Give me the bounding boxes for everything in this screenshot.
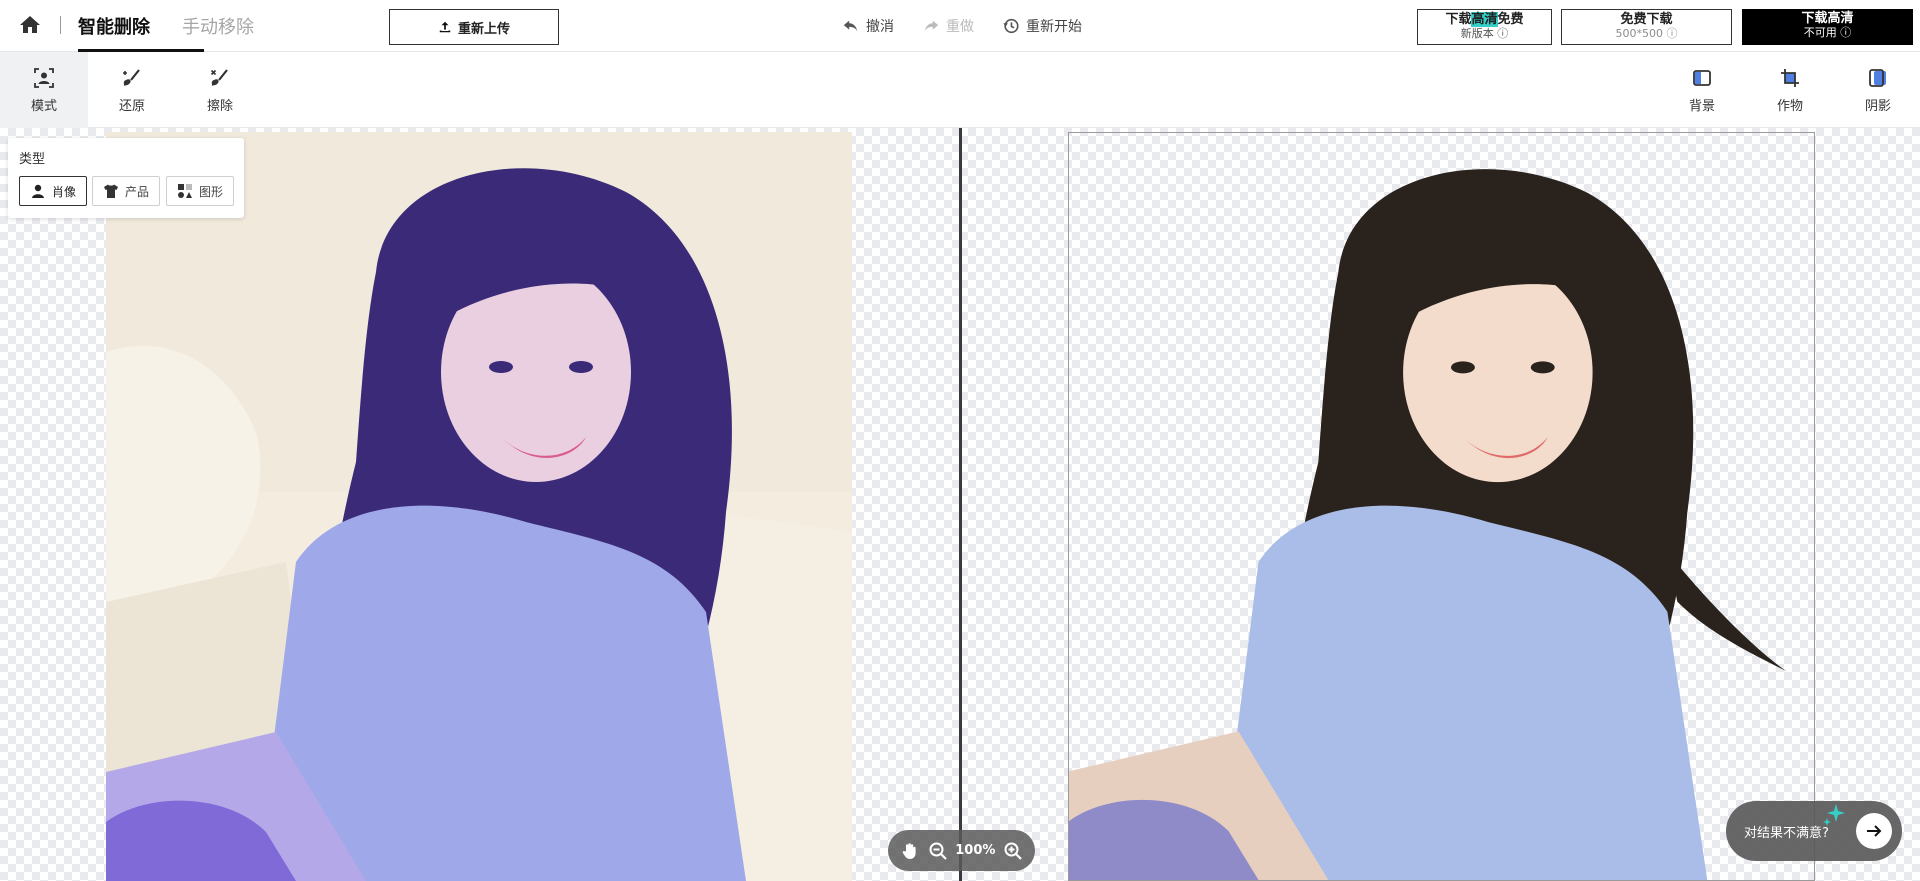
tool-crop-label: 作物 xyxy=(1776,98,1803,114)
background-icon xyxy=(1693,69,1711,86)
tool-background-label: 背景 xyxy=(1688,98,1715,114)
tool-shadow[interactable]: 阴影 xyxy=(1834,52,1920,128)
undo-label: 撤消 xyxy=(866,19,894,35)
download-hd-free-subtitle: 新版本 ⓘ xyxy=(1460,26,1509,40)
zoom-level: 100% xyxy=(955,843,996,858)
download-free-button[interactable]: 免费下载 500*500 ⓘ xyxy=(1561,9,1732,45)
download-hd-free-prefix: 下载 xyxy=(1445,12,1472,27)
tool-background[interactable]: 背景 xyxy=(1658,52,1746,128)
sparkle-icon xyxy=(1823,804,1845,826)
undo-icon xyxy=(843,20,858,32)
upload-icon xyxy=(439,21,451,33)
tool-restore[interactable]: 还原 xyxy=(88,52,176,128)
redo-icon xyxy=(924,20,939,32)
zoom-controls: 100% xyxy=(888,830,1035,871)
arrow-right-icon xyxy=(1867,825,1882,837)
tab-smart-delete[interactable]: 智能删除 xyxy=(78,13,150,39)
mode-icon xyxy=(34,67,54,88)
tool-mode-label: 模式 xyxy=(30,98,57,114)
reupload-button[interactable]: 重新上传 xyxy=(389,9,559,45)
type-option-product-label: 产品 xyxy=(124,184,149,199)
tool-bar: 模式 还原 擦除 背景 作物 阴影 xyxy=(0,52,1920,128)
type-option-graphic-label: 图形 xyxy=(198,184,223,199)
feedback-button[interactable]: 对结果不满意? xyxy=(1726,801,1902,861)
undo-button[interactable]: 撤消 xyxy=(842,16,894,36)
download-hd-subtitle: 不可用 ⓘ xyxy=(1803,25,1852,39)
crop-icon xyxy=(1781,68,1799,87)
type-option-portrait[interactable]: 肖像 xyxy=(19,176,87,206)
restart-button[interactable]: 重新开始 xyxy=(1002,16,1082,36)
result-image xyxy=(1068,132,1815,881)
download-hd-free-button[interactable]: 下载高清免费 新版本 ⓘ xyxy=(1417,9,1552,45)
hand-icon[interactable] xyxy=(900,841,920,861)
tool-erase[interactable]: 擦除 xyxy=(176,52,264,128)
type-option-graphic[interactable]: 图形 xyxy=(166,176,234,206)
download-hd-title: 下载高清 xyxy=(1801,11,1854,26)
download-free-title: 免费下载 xyxy=(1620,12,1673,27)
top-header: 智能删除 手动移除 重新上传 撤消 重做 重新开始 下载高清免费 新版本 ⓘ 免… xyxy=(0,0,1920,52)
home-icon[interactable] xyxy=(18,13,42,37)
download-free-subtitle: 500*500 ⓘ xyxy=(1615,26,1678,40)
header-separator xyxy=(60,16,61,34)
zoom-out-icon[interactable] xyxy=(928,841,948,861)
reupload-label: 重新上传 xyxy=(457,21,510,37)
download-hd-free-title: 下载高清免费 xyxy=(1418,10,1551,28)
type-option-product[interactable]: 产品 xyxy=(92,176,160,206)
type-panel-title: 类型 xyxy=(19,152,46,167)
tool-mode[interactable]: 模式 xyxy=(0,52,88,128)
zoom-in-icon[interactable] xyxy=(1003,841,1023,861)
restore-brush-icon xyxy=(123,68,140,86)
tool-restore-label: 还原 xyxy=(118,98,145,114)
shirt-icon xyxy=(103,184,118,198)
tool-shadow-label: 阴影 xyxy=(1864,98,1891,114)
original-image xyxy=(106,132,852,881)
redo-button[interactable]: 重做 xyxy=(922,16,974,36)
restart-label: 重新开始 xyxy=(1026,19,1082,35)
shapes-icon xyxy=(177,184,192,198)
type-option-portrait-label: 肖像 xyxy=(51,184,76,199)
feedback-arrow[interactable] xyxy=(1856,813,1892,849)
erase-brush-icon xyxy=(210,68,228,86)
download-hd-free-suffix: 免费 xyxy=(1497,12,1524,27)
type-panel: 类型 肖像 产品 图形 xyxy=(8,138,244,218)
editor-canvas[interactable] xyxy=(0,128,1920,881)
tab-manual-remove[interactable]: 手动移除 xyxy=(182,13,254,39)
download-hd-button[interactable]: 下载高清 不可用 ⓘ xyxy=(1742,9,1913,45)
history-icon xyxy=(1003,18,1019,34)
redo-label: 重做 xyxy=(946,19,974,35)
feedback-label: 对结果不满意? xyxy=(1744,825,1829,841)
tool-crop[interactable]: 作物 xyxy=(1746,52,1834,128)
portrait-icon xyxy=(31,184,44,198)
shadow-icon xyxy=(1869,68,1886,87)
tool-erase-label: 擦除 xyxy=(206,98,233,114)
compare-divider[interactable] xyxy=(959,128,962,881)
download-hd-free-highlight: 高清 xyxy=(1471,12,1498,27)
